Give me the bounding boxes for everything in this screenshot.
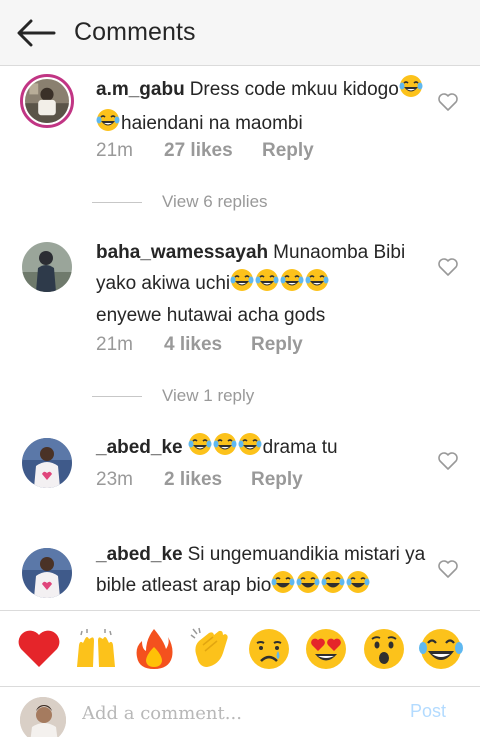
divider [92,201,142,203]
comment-meta: 21m 4 likes Reply [96,334,303,356]
comment-username[interactable]: _abed_ke [96,437,183,458]
comments-list[interactable]: a.m_gabu Dress code mkuu kidogo haiendani … [0,66,480,610]
tears-of-joy-icon[interactable] [418,626,464,672]
tears-of-joy-icon [230,268,254,302]
tears-of-joy-icon [213,432,237,466]
reply-button[interactable]: Reply [262,140,314,162]
comment-text-part: haiendani na maombi [121,112,303,134]
page-title: Comments [74,18,196,46]
emoji-quick-bar [0,610,480,686]
like-comment-button[interactable] [436,90,460,114]
arrow-left-icon [17,19,56,46]
comment-username[interactable]: a.m_gabu [96,79,185,100]
tears-of-joy-icon [238,432,262,466]
heart-outline-icon [438,560,458,578]
post-button[interactable]: Post [410,701,446,722]
crying-face-icon[interactable] [246,626,292,672]
tears-of-joy-icon [296,570,320,604]
comment-meta: 21m 27 likes Reply [96,140,314,162]
heart-outline-icon [438,93,458,111]
comment-likes[interactable]: 27 likes [164,140,262,162]
comment-text-part: Dress code mkuu kidogo [189,79,399,100]
comment-input[interactable] [82,699,382,727]
reply-button[interactable]: Reply [251,334,303,356]
avatar[interactable] [22,438,72,488]
reply-button[interactable]: Reply [251,469,303,491]
view-replies-button[interactable]: View 1 reply [92,386,254,406]
divider [92,395,142,397]
view-replies-button[interactable]: View 6 replies [92,192,268,212]
like-comment-button[interactable] [436,449,460,473]
fire-icon[interactable] [131,626,177,672]
comment-time: 21m [96,334,133,355]
tears-of-joy-icon [346,570,370,604]
current-user-avatar [20,697,66,737]
tears-of-joy-icon [305,268,329,302]
tears-of-joy-icon [271,570,295,604]
avatar[interactable] [20,74,74,128]
avatar[interactable] [22,242,72,292]
comment-text: _abed_ke drama tu [96,432,426,466]
like-comment-button[interactable] [436,255,460,279]
heart-outline-icon [438,452,458,470]
clapping-hands-icon[interactable] [188,626,234,672]
comment-text-part: drama tu [262,437,338,458]
tears-of-joy-icon [321,570,345,604]
comment-likes[interactable]: 2 likes [164,469,251,491]
comments-screen: Comments a.m_gabu Dress code mkuu kidogo h… [0,0,480,737]
red-heart-icon[interactable] [16,626,62,672]
comment-text: a.m_gabu Dress code mkuu kidogo haiendani … [96,74,426,141]
like-comment-button[interactable] [436,557,460,581]
back-button[interactable] [0,0,72,66]
comment-text: baha_wamessayah Munaomba Bibi yako akiwa … [96,238,426,331]
header: Comments [0,0,480,66]
tears-of-joy-icon [399,74,423,108]
comment-likes[interactable]: 4 likes [164,334,251,356]
surprised-face-icon[interactable] [361,626,407,672]
tears-of-joy-icon [255,268,279,302]
comment-username[interactable]: baha_wamessayah [96,242,268,263]
tears-of-joy-icon [188,432,212,466]
comment-text: _abed_ke Si ungemuandikia mistari ya bibl… [96,540,426,603]
comment-text-part: enyewe hutawai acha gods [96,305,326,326]
comment-time: 21m [96,140,133,161]
comment-meta: 23m 2 likes Reply [96,469,303,491]
comment-time: 23m [96,469,133,490]
view-replies-label: View 1 reply [162,386,255,405]
comment-input-bar: Post [0,686,480,737]
comment-username[interactable]: _abed_ke [96,544,183,565]
tears-of-joy-icon [96,108,120,142]
raising-hands-icon[interactable] [73,626,119,672]
tears-of-joy-icon [280,268,304,302]
view-replies-label: View 6 replies [162,192,268,211]
heart-outline-icon [438,258,458,276]
heart-eyes-icon[interactable] [303,626,349,672]
avatar[interactable] [22,548,72,598]
